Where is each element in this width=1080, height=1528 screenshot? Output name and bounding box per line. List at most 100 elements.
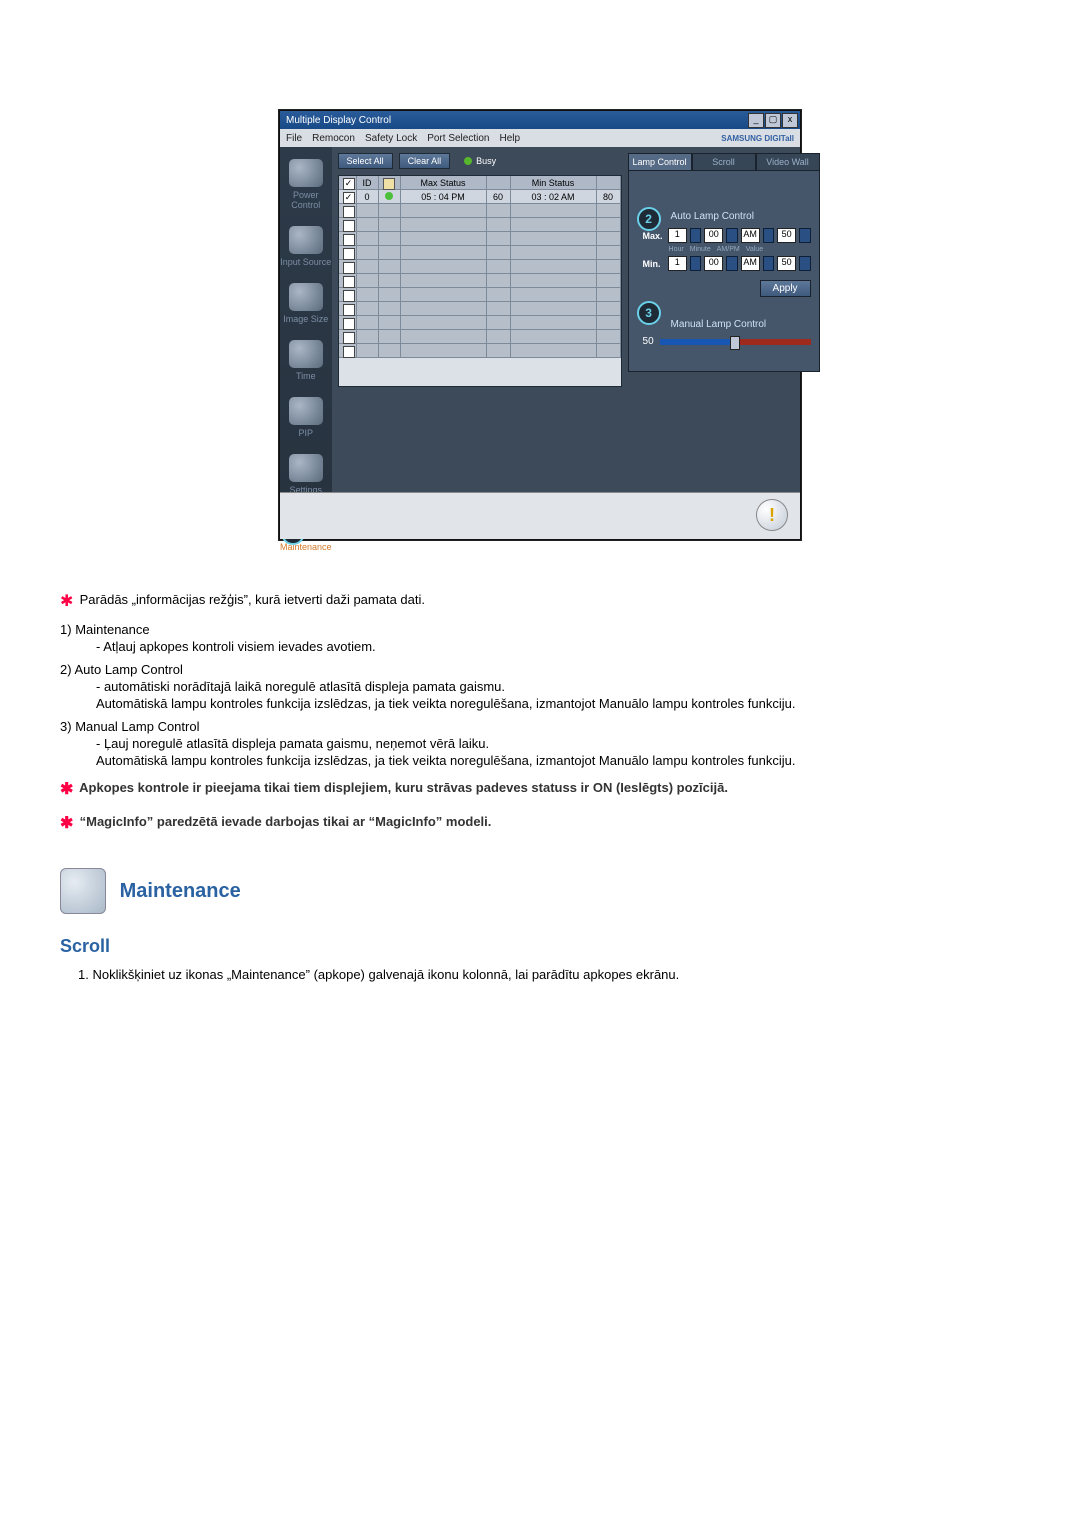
dropdown-icon[interactable] [763,228,774,243]
maintenance-heading-icon [60,868,106,914]
menu-port-selection[interactable]: Port Selection [427,133,489,144]
item-1-sub: - Atļauj apkopes kontroli visiem ievades… [96,639,1020,654]
sidebar-item-label: Power Control [291,190,320,210]
min-label: Min. [643,259,665,269]
time-icon [289,340,323,368]
grid-toolbar: Select All Clear All Busy [338,153,622,169]
min-value-select[interactable]: 50 [777,256,796,271]
tab-video-wall[interactable]: Video Wall [756,153,820,170]
settings-icon [289,454,323,482]
col-status [379,176,401,190]
brand-label: SAMSUNG DIGITall [721,134,794,143]
apply-button[interactable]: Apply [760,280,811,297]
dropdown-icon[interactable] [763,256,774,271]
right-pane: Lamp Control Scroll Video Wall 2 Auto La… [628,147,826,492]
tabs: Lamp Control Scroll Video Wall [628,153,820,170]
slider-track[interactable] [660,339,811,345]
callout-badge-3: 3 [637,301,661,325]
grid-row-empty [339,204,621,218]
intro-para: ✱ Parādās „informācijas režģis”, kurā ie… [78,590,1020,614]
field-hints: HourMinuteAM/PMValue [669,246,811,253]
menu-help[interactable]: Help [499,133,520,144]
max-minute-select[interactable]: 00 [704,228,723,243]
grid-row[interactable]: 0 05 : 04 PM 60 03 : 02 AM 80 [339,190,621,204]
emphasis-2: ✱ “MagicInfo” paredzētā ievade darbojas … [78,812,1020,836]
dropdown-icon[interactable] [726,228,737,243]
grid-row-empty [339,232,621,246]
menu-file[interactable]: File [286,133,302,144]
grid-row-empty [339,260,621,274]
grid-row-empty [339,302,621,316]
tab-lamp-control[interactable]: Lamp Control [628,153,692,170]
star-bullet-icon: ✱ [60,778,76,802]
item-3-sub-a: - Ļauj noregulē atlasītā displeja pamata… [96,736,1020,751]
col-check[interactable] [339,176,357,190]
lamp-control-panel: 2 Auto Lamp Control Max. 1 00 AM 50 Hour… [628,170,820,372]
sidebar-item-input-source[interactable]: Input Source [280,220,332,277]
busy-label: Busy [476,156,496,166]
manual-lamp-slider[interactable]: 50 [643,336,811,347]
menu-safety-lock[interactable]: Safety Lock [365,133,417,144]
item-1: 1) Maintenance [60,622,1020,637]
item-2-sub-b: Automātiskā lampu kontroles funkcija izs… [96,696,1020,711]
minimize-button[interactable]: _ [748,113,764,128]
checkbox-icon [343,178,355,190]
sidebar-item-pip[interactable]: PIP [280,391,332,448]
col-min-status: Min Status [511,176,597,190]
menubar: File Remocon Safety Lock Port Selection … [280,129,800,147]
document-body: ✱ Parādās „informācijas režģis”, kurā ie… [60,590,1020,982]
grid-row-empty [339,218,621,232]
pip-icon [289,397,323,425]
sidebar: Power Control Input Source Image Size Ti… [280,147,332,492]
min-minute-select[interactable]: 00 [704,256,723,271]
sidebar-item-image-size[interactable]: Image Size [280,277,332,334]
item-3-sub-b: Automātiskā lampu kontroles funkcija izs… [96,753,1020,768]
dropdown-icon[interactable] [799,256,810,271]
sidebar-item-label: Time [296,371,316,381]
dropdown-icon[interactable] [690,228,701,243]
sidebar-item-label: Image Size [283,314,328,324]
app-window: Multiple Display Control _ ▢ x File Remo… [279,110,801,540]
input-source-icon [289,226,323,254]
dropdown-icon[interactable] [690,256,701,271]
col-max-status: Max Status [401,176,487,190]
row-checkbox[interactable] [343,192,355,204]
maximize-button[interactable]: ▢ [765,113,781,128]
menu-remocon[interactable]: Remocon [312,133,355,144]
callout-badge-2: 2 [637,207,661,231]
busy-indicator: Busy [464,156,496,166]
dropdown-icon[interactable] [726,256,737,271]
clear-all-button[interactable]: Clear All [399,153,451,169]
dropdown-icon[interactable] [799,228,810,243]
min-ampm-select[interactable]: AM [741,256,760,271]
cell-id: 0 [357,190,379,204]
power-icon [289,159,323,187]
grid-header: ID Max Status Min Status [339,176,621,190]
sidebar-item-label: Input Source [280,257,331,267]
min-hour-select[interactable]: 1 [668,256,687,271]
item-3: 3) Manual Lamp Control [60,719,1020,734]
grid-row-empty [339,274,621,288]
sidebar-item-time[interactable]: Time [280,334,332,391]
scroll-heading: Scroll [60,936,1020,957]
close-button[interactable]: x [782,113,798,128]
cell-max-time: 05 : 04 PM [401,190,487,204]
max-ampm-select[interactable]: AM [741,228,760,243]
max-value-select[interactable]: 50 [777,228,796,243]
status-on-icon [385,192,393,200]
max-hour-select[interactable]: 1 [668,228,687,243]
star-bullet-icon: ✱ [60,812,76,836]
grid-row-empty [339,344,621,358]
grid-row-empty [339,288,621,302]
slider-thumb[interactable] [730,336,740,350]
sidebar-item-label: PIP [299,428,314,438]
step-1: 1. Noklikšķiniet uz ikonas „Maintenance”… [78,967,1020,982]
sidebar-item-power-control[interactable]: Power Control [280,153,332,220]
item-2-sub-a: - automātiski norādītajā laikā noregulē … [96,679,1020,694]
tab-scroll[interactable]: Scroll [692,153,756,170]
display-grid: ID Max Status Min Status 0 05 : 04 PM 60 [338,175,622,387]
col-min-val [597,176,621,190]
cell-max-val: 60 [487,190,511,204]
auto-min-row: Min. 1 00 AM 50 [643,256,811,271]
select-all-button[interactable]: Select All [338,153,393,169]
